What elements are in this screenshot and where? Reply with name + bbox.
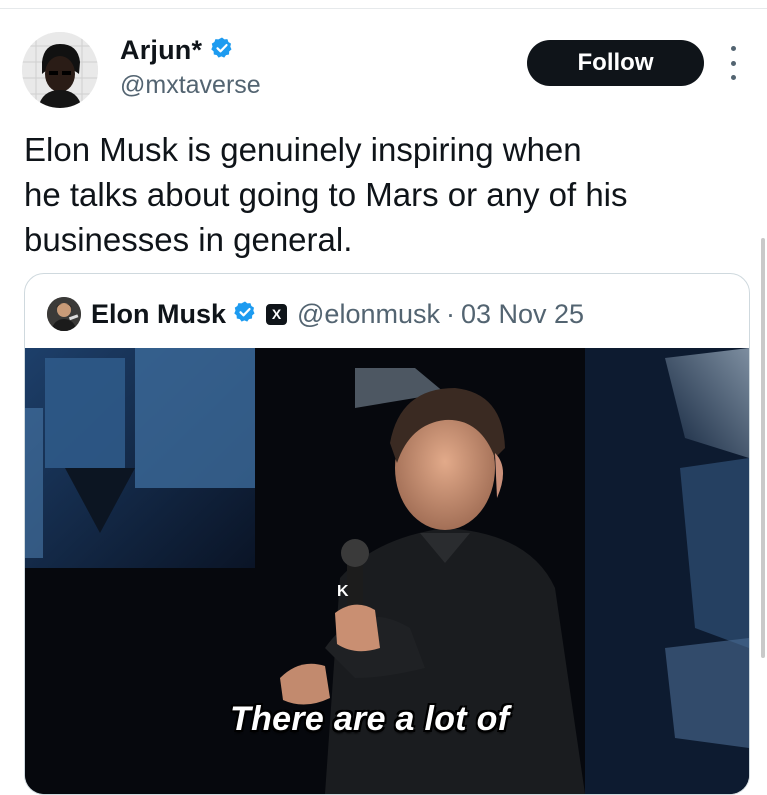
follow-button[interactable]: Follow [527,40,704,86]
more-options-icon[interactable] [726,46,740,80]
tweet-text: Elon Musk is genuinely inspiring when he… [24,131,628,258]
author-handle[interactable]: @mxtaverse [120,71,261,100]
quoted-video-media[interactable]: K There are a lot of [25,348,749,794]
quoted-author-name[interactable]: Elon Musk [91,299,226,330]
quoted-author-handle[interactable]: @elonmusk [297,299,440,330]
author-display-name[interactable]: Arjun* [120,35,202,66]
quoted-tweet-card[interactable]: Elon Musk X @elonmusk · 03 Nov 25 K Ther… [24,273,750,795]
video-subtitle: There are a lot of [230,700,510,738]
verified-badge-icon [210,36,234,65]
quoted-tweet-date[interactable]: 03 Nov 25 [461,299,584,330]
quoted-tweet-header: Elon Musk X @elonmusk · 03 Nov 25 [47,296,584,332]
author-avatar[interactable] [22,32,98,108]
quoted-verified-badge-icon [233,300,257,329]
x-affiliate-icon: X [266,303,288,325]
separator-dot: · [445,298,455,329]
quoted-author-avatar[interactable] [47,297,81,331]
page-scrollbar[interactable] [761,238,765,658]
top-divider [0,8,767,9]
svg-text:K: K [337,583,349,600]
